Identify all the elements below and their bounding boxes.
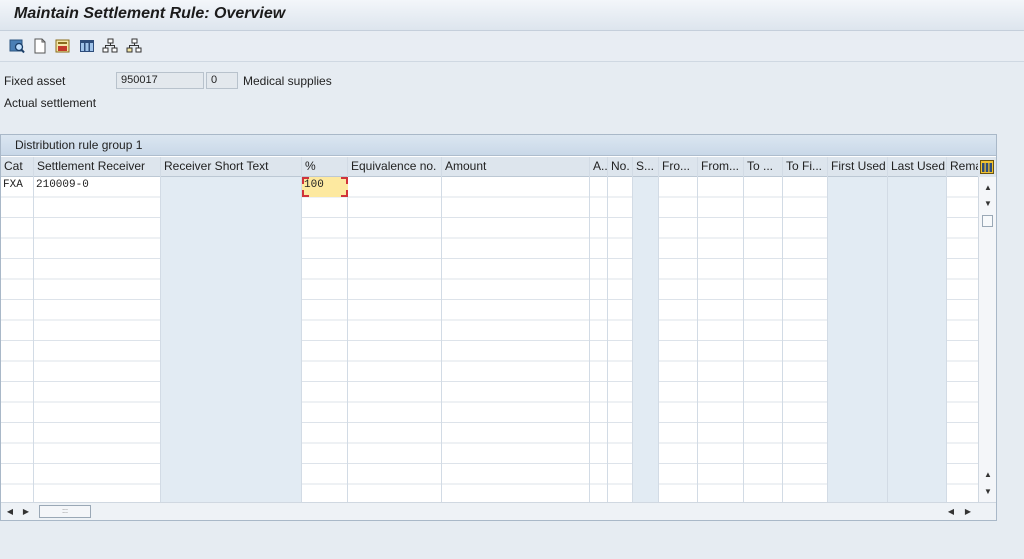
column-header-to-fiscal-year[interactable]: To Fi... [783,157,827,177]
column-receiver-short-text: Receiver Short Text [161,157,302,502]
horizontal-scrollbar[interactable]: ◀ ▶ ::: ◀ ▶ [1,502,996,520]
column-header-equivalence-no[interactable]: Equivalence no. [348,157,441,177]
column-equivalence-no: Equivalence no. [348,157,442,502]
column-remaining: Rema [947,157,978,502]
scroll-thumb[interactable] [982,215,993,227]
column-first-used: First Used [828,157,888,502]
column-settlement-receiver: Settlement Receiver 210009-0 [34,157,161,502]
new-document-icon[interactable] [31,37,49,55]
column-config-icon[interactable] [978,157,996,177]
table-icon[interactable] [78,37,96,55]
column-header-first-used[interactable]: First Used [828,157,887,177]
column-a: A.. [590,157,608,502]
vertical-scrollbar[interactable]: ▲ ▼ ▲ ▼ [978,157,996,502]
column-s: S... [633,157,659,502]
distribution-rule-table: Distribution rule group 1 Cat FXA Settle… [0,134,997,521]
column-header-s[interactable]: S... [633,157,658,177]
page-title: Maintain Settlement Rule: Overview [14,5,286,22]
scroll-down-arrow-icon[interactable]: ▼ [983,199,993,209]
column-cat: Cat FXA [1,157,34,502]
column-header-last-used[interactable]: Last Used [888,157,946,177]
scroll-page-up-arrow-icon[interactable]: ▲ [983,470,993,480]
column-header-from-period[interactable]: Fro... [659,157,697,177]
column-header-a[interactable]: A.. [590,157,607,177]
column-no: No. [608,157,633,502]
scroll-far-right-arrow-icon[interactable]: ▶ [963,507,973,517]
column-percent: % 100 [302,157,348,502]
scroll-page-down-arrow-icon[interactable]: ▼ [983,487,993,497]
column-to-period: To ... [744,157,783,502]
column-to-fiscal-year: To Fi... [783,157,828,502]
title-bar: Maintain Settlement Rule: Overview [0,0,1024,31]
display-change-icon[interactable] [8,37,26,55]
column-header-no[interactable]: No. [608,157,632,177]
scroll-left-arrow-icon[interactable]: ◀ [5,507,15,517]
cell-cat[interactable]: FXA [3,179,23,191]
column-header-cat[interactable]: Cat [1,157,33,177]
structure-icon[interactable] [125,37,143,55]
cell-percent-active[interactable]: 100 [302,177,348,197]
column-last-used: Last Used [888,157,947,502]
fixed-asset-label: Fixed asset [4,74,66,88]
column-header-amount[interactable]: Amount [442,157,589,177]
asset-number-field[interactable]: 950017 [116,72,204,89]
rule-group-title: Distribution rule group 1 [15,138,143,152]
save-layout-icon[interactable] [54,37,72,55]
column-header-receiver-short-text[interactable]: Receiver Short Text [161,157,301,177]
settlement-type-label: Actual settlement [4,96,97,110]
cell-settlement-receiver[interactable]: 210009-0 [36,179,89,191]
column-header-settlement-receiver[interactable]: Settlement Receiver [34,157,160,177]
scroll-up-arrow-icon[interactable]: ▲ [983,183,993,193]
horizontal-scroll-thumb[interactable]: ::: [39,505,91,518]
cell-percent-value[interactable]: 100 [304,179,324,191]
rule-group-header: Distribution rule group 1 [1,135,996,156]
column-header-from-year[interactable]: From... [698,157,743,177]
column-from-year: From... [698,157,744,502]
column-header-to-period[interactable]: To ... [744,157,782,177]
scroll-far-left-arrow-icon[interactable]: ◀ [946,507,956,517]
column-header-percent[interactable]: % [302,157,347,177]
scroll-right-arrow-icon[interactable]: ▶ [21,507,31,517]
column-from-period: Fro... [659,157,698,502]
rule-grid: Cat FXA Settlement Receiver 210009-0 Rec… [1,157,978,502]
asset-subnumber-field[interactable]: 0 [206,72,238,89]
application-toolbar [0,31,1024,62]
column-amount: Amount [442,157,590,502]
hierarchy-icon[interactable] [101,37,119,55]
asset-description: Medical supplies [243,74,332,88]
column-header-remaining[interactable]: Rema [947,157,978,177]
